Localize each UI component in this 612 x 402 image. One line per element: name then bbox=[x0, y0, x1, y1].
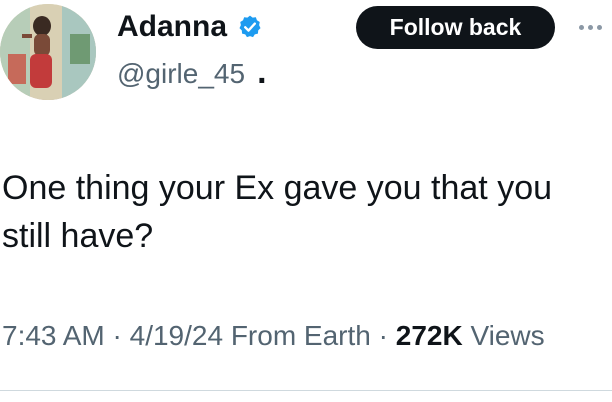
views-count: 272K bbox=[395, 320, 463, 351]
tweet-date[interactable]: 4/19/24 bbox=[130, 320, 223, 351]
verified-badge-icon bbox=[237, 14, 263, 40]
tweet-source: From Earth bbox=[223, 320, 371, 351]
more-dot bbox=[587, 24, 593, 30]
avatar[interactable] bbox=[0, 4, 96, 100]
author-name-row: Adanna bbox=[117, 8, 263, 46]
more-dot bbox=[596, 24, 602, 30]
views-label: Views bbox=[462, 320, 545, 351]
avatar-photo bbox=[0, 4, 96, 100]
more-dot bbox=[578, 24, 584, 30]
meta-separator: · bbox=[104, 320, 130, 351]
tweet-text: One thing your Ex gave you that you stil… bbox=[2, 169, 553, 255]
separator-dot: . bbox=[257, 53, 267, 91]
divider bbox=[0, 390, 612, 391]
author-handle-row: @girle_45 . bbox=[117, 54, 267, 92]
tweet-time[interactable]: 7:43 AM bbox=[2, 320, 105, 351]
author-handle[interactable]: @girle_45 bbox=[117, 56, 245, 92]
tweet-metadata: 7:43 AM · 4/19/24 From Earth · 272K View… bbox=[2, 316, 602, 356]
more-options-icon[interactable] bbox=[570, 15, 610, 39]
author-display-name[interactable]: Adanna bbox=[117, 8, 227, 46]
follow-back-button[interactable]: Follow back bbox=[356, 6, 555, 49]
meta-separator: · bbox=[370, 320, 396, 351]
